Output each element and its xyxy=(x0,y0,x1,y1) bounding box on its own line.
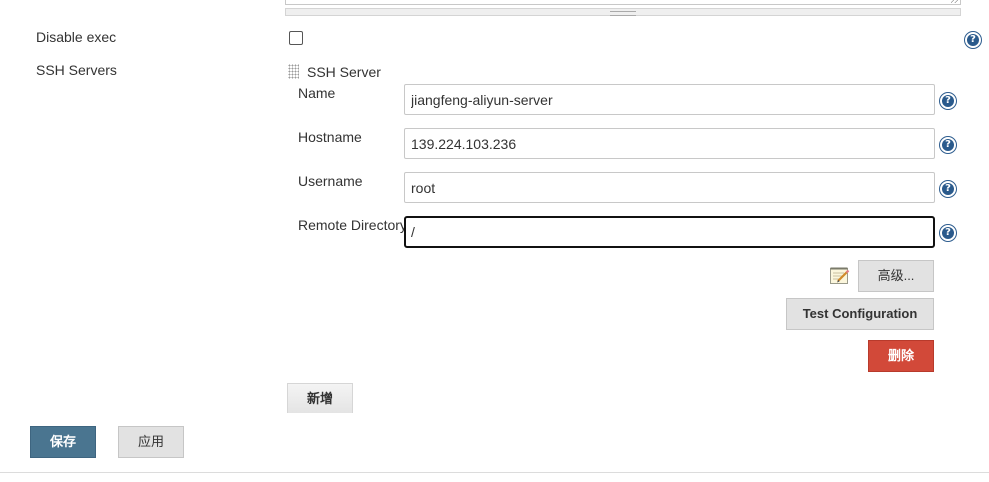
disable-exec-checkbox[interactable] xyxy=(289,31,303,45)
hostname-input[interactable] xyxy=(404,128,935,159)
remote-directory-help-icon[interactable]: ? xyxy=(939,224,957,242)
save-button[interactable]: 保存 xyxy=(30,426,96,458)
disable-exec-label: Disable exec xyxy=(36,29,117,45)
add-button[interactable]: 新增 xyxy=(287,383,353,413)
resize-handle-icon xyxy=(610,11,636,16)
name-label: Name xyxy=(298,85,336,101)
delete-button[interactable]: 删除 xyxy=(868,340,934,372)
drag-handle-icon[interactable] xyxy=(288,64,299,79)
help-glyph: ? xyxy=(942,183,954,195)
help-glyph: ? xyxy=(942,227,954,239)
name-input[interactable] xyxy=(404,84,935,115)
notepad-icon[interactable] xyxy=(829,265,850,285)
username-help-icon[interactable]: ? xyxy=(939,180,957,198)
hostname-help-icon[interactable]: ? xyxy=(939,136,957,154)
username-input[interactable] xyxy=(404,172,935,203)
textarea-resize-grip-icon[interactable] xyxy=(951,0,959,3)
remote-directory-input[interactable] xyxy=(404,216,935,248)
advanced-button[interactable]: 高级... xyxy=(858,260,934,292)
help-glyph: ? xyxy=(942,95,954,107)
remote-directory-label: Remote Directory xyxy=(298,217,407,233)
username-label: Username xyxy=(298,173,363,189)
help-glyph: ? xyxy=(967,34,979,46)
footer-divider xyxy=(0,472,989,473)
textarea-bottom[interactable] xyxy=(285,0,961,5)
ssh-servers-label: SSH Servers xyxy=(36,62,117,78)
name-help-icon[interactable]: ? xyxy=(939,92,957,110)
disable-exec-help-icon[interactable]: ? xyxy=(964,31,982,49)
hostname-label: Hostname xyxy=(298,129,362,145)
help-glyph: ? xyxy=(942,139,954,151)
apply-button[interactable]: 应用 xyxy=(118,426,184,458)
test-configuration-button[interactable]: Test Configuration xyxy=(786,298,934,330)
ssh-server-block-title: SSH Server xyxy=(307,64,381,80)
